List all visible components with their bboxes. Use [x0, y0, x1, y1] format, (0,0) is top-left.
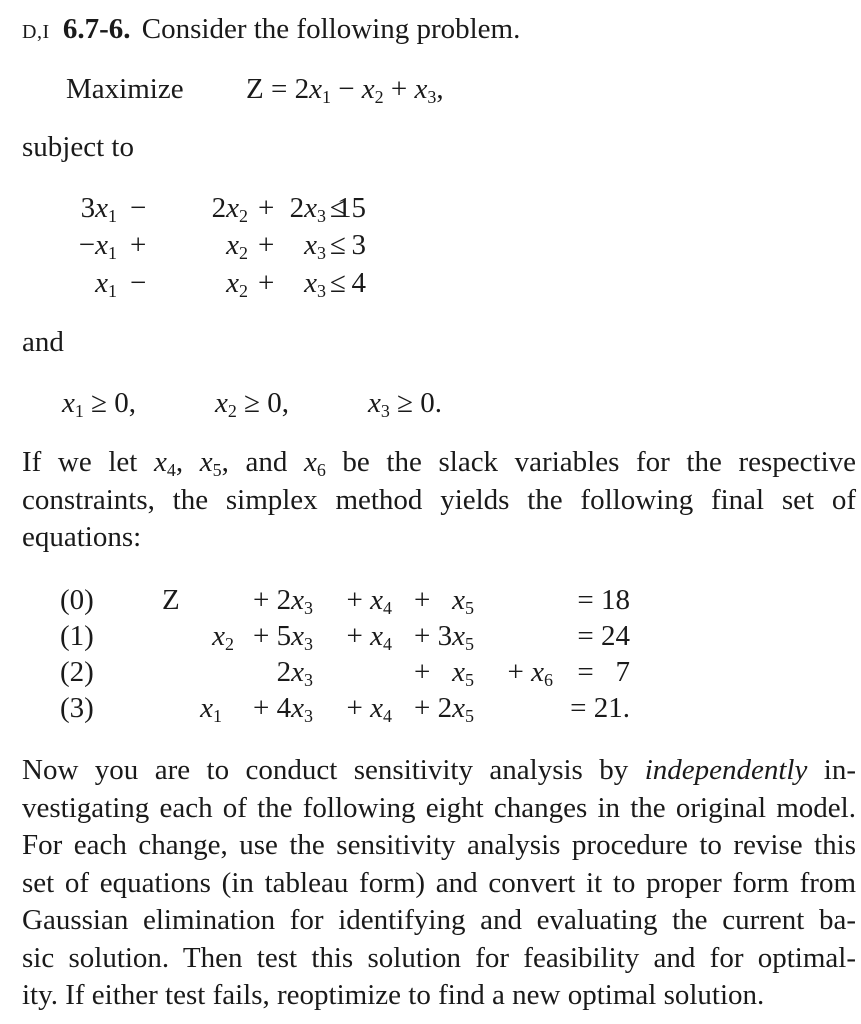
equation-term-x3: + 2x3 [253, 584, 313, 619]
paragraph-line: set of equations (in tableau form) and c… [22, 866, 856, 899]
problem-tag: D,I [22, 21, 50, 43]
constraint-term-c3: x3 [304, 229, 326, 264]
constraint-term-op2: + [258, 229, 275, 261]
constraint-term-rhs: 15 [337, 192, 366, 224]
constraint-term-rel: ≤ [330, 267, 346, 299]
problem-header: D,I 6.7-6. Consider the following proble… [22, 10, 520, 51]
paragraph-line: ity. If either test fails, reoptimize to… [22, 979, 765, 1011]
constraint-term-rhs: 3 [351, 229, 367, 261]
equation-term-rhs: = 21. [570, 692, 630, 724]
constraint-term-op1: − [130, 267, 147, 299]
nonneg-x2: x2 ≥ 0, [215, 387, 290, 422]
equation-label: (0) [60, 584, 94, 616]
paragraph-line: constraints, the simplex method yields t… [22, 483, 856, 516]
nonneg-x3: x3 ≥ 0. [368, 387, 443, 422]
constraint-term-op1: + [130, 229, 147, 261]
equation-term-x4: + x4 [346, 692, 392, 727]
equation-term-x4: + x4 [346, 584, 392, 619]
equation-term-x6: + x6 [507, 656, 553, 691]
constraint-term-c3: 2x3 [289, 192, 326, 227]
constraint-term-c1: −x1 [78, 229, 117, 264]
constraint-term-c2: x2 [226, 229, 248, 264]
equation-label: (2) [60, 656, 94, 688]
equation-term-x5: + x5 [414, 584, 474, 619]
equation-label: (3) [60, 692, 94, 724]
objective-label: Maximize [66, 73, 184, 105]
paragraph-line: Now you are to conduct sensitivity analy… [22, 754, 856, 786]
constraint-term-rel: ≤ [330, 229, 346, 261]
equation-term-x2: x2 [212, 620, 234, 655]
equation-term-rhs: = 24 [577, 620, 630, 652]
problem-intro: Consider the following problem. [141, 13, 521, 45]
equation-term-rhs: = 18 [577, 584, 630, 616]
constraint-term-op1: − [130, 192, 147, 224]
constraint-term-rhs: 4 [351, 267, 367, 299]
constraint-term-c2: x2 [226, 267, 248, 302]
equation-term-x3: + 4x3 [253, 692, 313, 727]
constraint-term-c3: x3 [304, 267, 326, 302]
constraint-term-c1: 3x1 [80, 192, 117, 227]
and-label: and [22, 326, 64, 358]
equation-term-rhs: = 7 [577, 656, 630, 688]
equation-term-x3: 2x3 [276, 656, 313, 691]
instructions-paragraph: Now you are to conduct sensitivity analy… [22, 752, 856, 1015]
constraint-term-c1: x1 [95, 267, 117, 302]
paragraph-line: If we let x4, x5, and x6 be the slack va… [22, 446, 856, 481]
paragraph-line: equations: [22, 521, 142, 553]
equation-term-Z: Z [162, 584, 180, 616]
equation-term-x5: + 2x5 [414, 692, 474, 727]
constraint-term-op2: + [258, 192, 275, 224]
equation-term-x3: + 5x3 [253, 620, 313, 655]
equation-term-x5: + x5 [414, 656, 474, 691]
paragraph-line: sic solution. Then test this solution fo… [22, 941, 856, 974]
equation-label: (1) [60, 620, 94, 652]
constraint-term-op2: + [258, 267, 275, 299]
equation-term-x5: + 3x5 [414, 620, 474, 655]
subject-to-label: subject to [22, 131, 134, 163]
equation-term-x4: + x4 [346, 620, 392, 655]
constraint-term-c2: 2x2 [211, 192, 248, 227]
equation-term-x1: x1 [200, 692, 222, 727]
problem-number: 6.7-6. [62, 13, 131, 45]
objective-expression: Z = 2x1 − x2 + x3, [246, 73, 444, 108]
paragraph-line: Gaussian elimination for identifying and… [22, 904, 856, 936]
paragraph-line: For each change, use the sensitivity ana… [22, 829, 856, 861]
paragraph-line: vestigating each of the following eight … [22, 791, 856, 824]
slack-paragraph: If we let x4, x5, and x6 be the slack va… [22, 444, 856, 557]
nonneg-x1: x1 ≥ 0, [62, 387, 137, 422]
